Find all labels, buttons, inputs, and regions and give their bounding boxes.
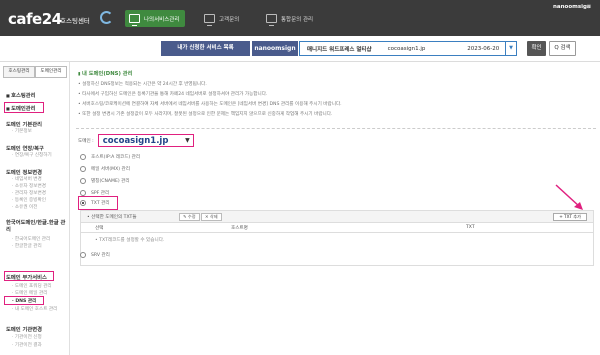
nav-label: 고객문의 (219, 16, 240, 23)
sidebar-item-transfer[interactable]: 소유권 이전 (12, 204, 38, 210)
service-select[interactable]: 매니지드 워드프레스 멀티샵 cocoasign1.jp 2023-06-20 … (299, 41, 517, 56)
sidebar-highlight-dns (4, 296, 44, 305)
chevron-down-icon: ▼ (185, 137, 190, 144)
main-content: 내 도메인(DNS) 관리 설정하신 DNS정보는 적용되는 시간은 약 24시… (70, 62, 600, 355)
edit-button[interactable]: ✎ 수정 (179, 213, 200, 221)
divider (76, 128, 596, 129)
radio-icon (80, 154, 86, 160)
confirm-button[interactable]: 확인 (527, 41, 546, 56)
sidebar-highlight-addon (4, 271, 54, 281)
column-host: 호스트명 (231, 226, 248, 231)
service-domain: cocoasign1.jp (387, 45, 426, 52)
logo-mark-icon (100, 11, 113, 24)
note-item: 서버호스팅/코로케이션에 연결하여 자체 서버에서 네임서버를 사용하는 도메인… (78, 101, 341, 107)
radio-srv-record[interactable]: SRV 관리 (80, 252, 110, 258)
tab-domain[interactable]: 도메인관리 (35, 66, 67, 78)
domain-row: 도메인 : cocoasign1.jp ▼ (78, 134, 194, 147)
top-header: cafe24 호스팅센터 나의서비스관리 고객문의 통합문의 관리 nanoom… (0, 0, 600, 36)
radio-a-record[interactable]: 호스트(IP:A 레코드) 관리 (80, 154, 140, 160)
sidebar-section-basic[interactable]: 도메인 기본관리 (6, 120, 42, 128)
delete-label: 삭제 (209, 214, 218, 219)
radio-label: SPF 관리 (91, 191, 110, 196)
delete-button[interactable]: ✕ 삭제 (201, 213, 222, 221)
column-txt: TXT (466, 225, 475, 230)
sidebar-section-renew[interactable]: 도메인 연장/복구 (6, 144, 44, 152)
sidebar-item-registrar-result[interactable]: 기관이전 결과 (12, 342, 42, 348)
monitor-icon (129, 14, 140, 26)
service-date: 2023-06-20 (467, 45, 500, 52)
page-title: 내 도메인(DNS) 관리 (78, 69, 132, 77)
sidebar-section-korean[interactable]: 한국어도메인/한글.한글 관리 (6, 220, 68, 234)
domain-value: cocoasign1.jp (102, 135, 169, 146)
sidebar-item-host[interactable]: 내 도메인 호스트 관리 (12, 306, 57, 312)
txt-panel: 선택한 도메인의 TXT들 ✎ 수정 ✕ 삭제 + TXT 추가 선택 호스트명… (80, 210, 594, 266)
cafe24-logo[interactable]: cafe24 (8, 10, 62, 28)
sidebar-tabs: 호스팅관리 도메인관리 (3, 66, 67, 78)
sidebar-item-nameserver[interactable]: 네임서버 변경 (12, 176, 42, 182)
radio-icon (80, 200, 86, 206)
radio-label: TXT 관리 (91, 201, 110, 206)
service-user-id: nanoomsign (252, 41, 298, 56)
chevron-down-icon[interactable]: ▼ (587, 4, 591, 10)
radio-spf-record[interactable]: SPF 관리 (80, 190, 109, 196)
radio-txt-record[interactable]: TXT 관리 (78, 196, 118, 210)
search-button[interactable]: Q 검색 (549, 41, 576, 56)
sidebar-section-info-change[interactable]: 도메인 정보변경 (6, 168, 42, 176)
monitor-icon (204, 14, 215, 26)
radio-label: 메일 서버(MX) 관리 (91, 167, 130, 172)
note-item: 또한 설정 변경시 기존 설정값이 모두 사라지며, 잘못된 설정으로 인한 문… (78, 111, 332, 117)
nav-label: 나의서비스관리 (144, 16, 180, 23)
sidebar-item-korean-domain[interactable]: 한국어도메인 관리 (12, 236, 50, 242)
txt-panel-title: 선택한 도메인의 TXT들 (87, 214, 136, 220)
sidebar-section-registrar[interactable]: 도메인 기관변경 (6, 325, 42, 333)
radio-icon (80, 190, 86, 196)
monitor-icon (266, 14, 277, 26)
sidebar-item-admin[interactable]: 관리자 정보변경 (12, 190, 46, 196)
txt-empty-message: TXT레코드를 설정할 수 있습니다. (95, 237, 164, 243)
sidebar-item-forwarding[interactable]: 도메인 포워딩 관리 (12, 283, 52, 289)
service-bar: 내가 신청한 서비스 목록 nanoomsign 매니지드 워드프레스 멀티샵 … (0, 36, 600, 62)
user-menu[interactable]: nanoomsign (553, 4, 591, 10)
sidebar-item-hangul[interactable]: 한글한글 관리 (12, 243, 42, 249)
sidebar-item-basic-info[interactable]: 기본정보 (12, 128, 32, 134)
txt-table-header: 선택 호스트명 TXT (81, 223, 593, 233)
sidebar-item-registrar-apply[interactable]: 기관이전 신청 (12, 334, 42, 340)
domain-label: 도메인 : (78, 138, 94, 144)
radio-icon (80, 252, 86, 258)
radio-mx-record[interactable]: 메일 서버(MX) 관리 (80, 166, 130, 172)
service-type: 매니지드 워드프레스 멀티샵 (307, 46, 372, 53)
column-select: 선택 (95, 226, 104, 231)
edit-label: 수정 (187, 214, 196, 219)
txt-toolbar: 선택한 도메인의 TXT들 ✎ 수정 ✕ 삭제 + TXT 추가 (81, 211, 593, 223)
logo-subtitle: 호스팅센터 (60, 17, 90, 25)
sidebar-item-verify[interactable]: 등록인 증빙확인 (12, 197, 46, 203)
sidebar-item-renew[interactable]: 연장/복구 신청하기 (12, 152, 52, 158)
add-label: TXT 추가 (564, 214, 581, 219)
note-item: 타사에서 구입하신 도메인은 등록기관을 통해 카페24 네임서버로 설정하셔야… (78, 91, 267, 97)
sidebar-item-owner[interactable]: 소유자 정보변경 (12, 183, 46, 189)
annotation-arrow-icon (555, 184, 583, 210)
sidebar: 호스팅관리 도메인관리 호스팅관리 도메인관리 도메인 기본관리 기본정보 도메… (0, 62, 70, 355)
domain-select[interactable]: cocoasign1.jp ▼ (97, 134, 194, 147)
chevron-down-icon[interactable]: ▼ (505, 42, 516, 55)
sidebar-highlight-domain (4, 102, 44, 113)
note-item: 설정하신 DNS정보는 적용되는 시간은 약 24시간 후 반영됩니다. (78, 81, 207, 87)
sidebar-section-hosting[interactable]: 호스팅관리 (6, 91, 35, 99)
service-list-label: 내가 신청한 서비스 목록 (161, 41, 250, 56)
radio-label: 호스트(IP:A 레코드) 관리 (91, 155, 141, 160)
radio-label: 별칭(CNAME) 관리 (91, 179, 130, 184)
nav-customer-inquiry[interactable]: 고객문의 (200, 10, 245, 27)
radio-cname-record[interactable]: 별칭(CNAME) 관리 (80, 178, 130, 184)
nav-label: 통합문의 관리 (281, 16, 314, 23)
nav-my-service[interactable]: 나의서비스관리 (125, 10, 186, 27)
radio-label: SRV 관리 (91, 253, 110, 258)
radio-icon (80, 166, 86, 172)
nav-inquiry-management[interactable]: 통합문의 관리 (262, 10, 319, 27)
radio-icon (80, 178, 86, 184)
add-txt-button[interactable]: + TXT 추가 (553, 213, 587, 221)
tab-hosting[interactable]: 호스팅관리 (3, 66, 35, 78)
